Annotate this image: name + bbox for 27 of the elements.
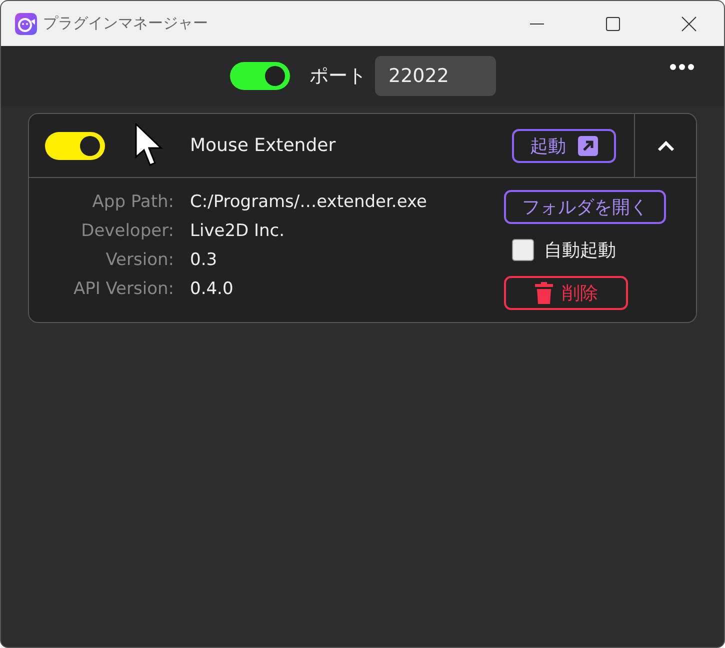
trash-icon [534,282,554,304]
field-label: App Path: [91,192,174,212]
field-value: 0.3 [190,250,218,270]
app-icon [15,12,37,34]
autostart-checkbox[interactable]: 自動起動 [512,238,616,262]
field-value: Live2D Inc. [190,221,286,241]
field-label: Version: [104,250,174,270]
field-label: Developer: [80,221,174,241]
open-folder-button[interactable]: フォルダを開く [504,190,666,224]
port-label: ポート [310,64,366,89]
toggle-switch[interactable] [230,62,290,90]
port-field[interactable]: 22022 [374,56,496,96]
external-link-icon [578,136,598,156]
minimize-icon [530,22,544,24]
chevron-up-icon [656,140,674,152]
toggle-switch[interactable] [45,132,105,160]
field-value: 0.4.0 [190,279,234,299]
cursor-icon [135,123,163,169]
delete-button[interactable]: 削除 [504,276,628,310]
close-icon [681,16,697,32]
more-button[interactable] [670,64,694,70]
field-value: C:/Programs/…extender.exe [190,192,427,212]
plugin-name: Mouse Extender [190,135,337,156]
maximize-icon [605,16,621,32]
window-title: プラグインマネージャー [43,14,209,33]
start-button[interactable]: 起動 [512,128,616,162]
field-label: API Version: [72,279,174,299]
